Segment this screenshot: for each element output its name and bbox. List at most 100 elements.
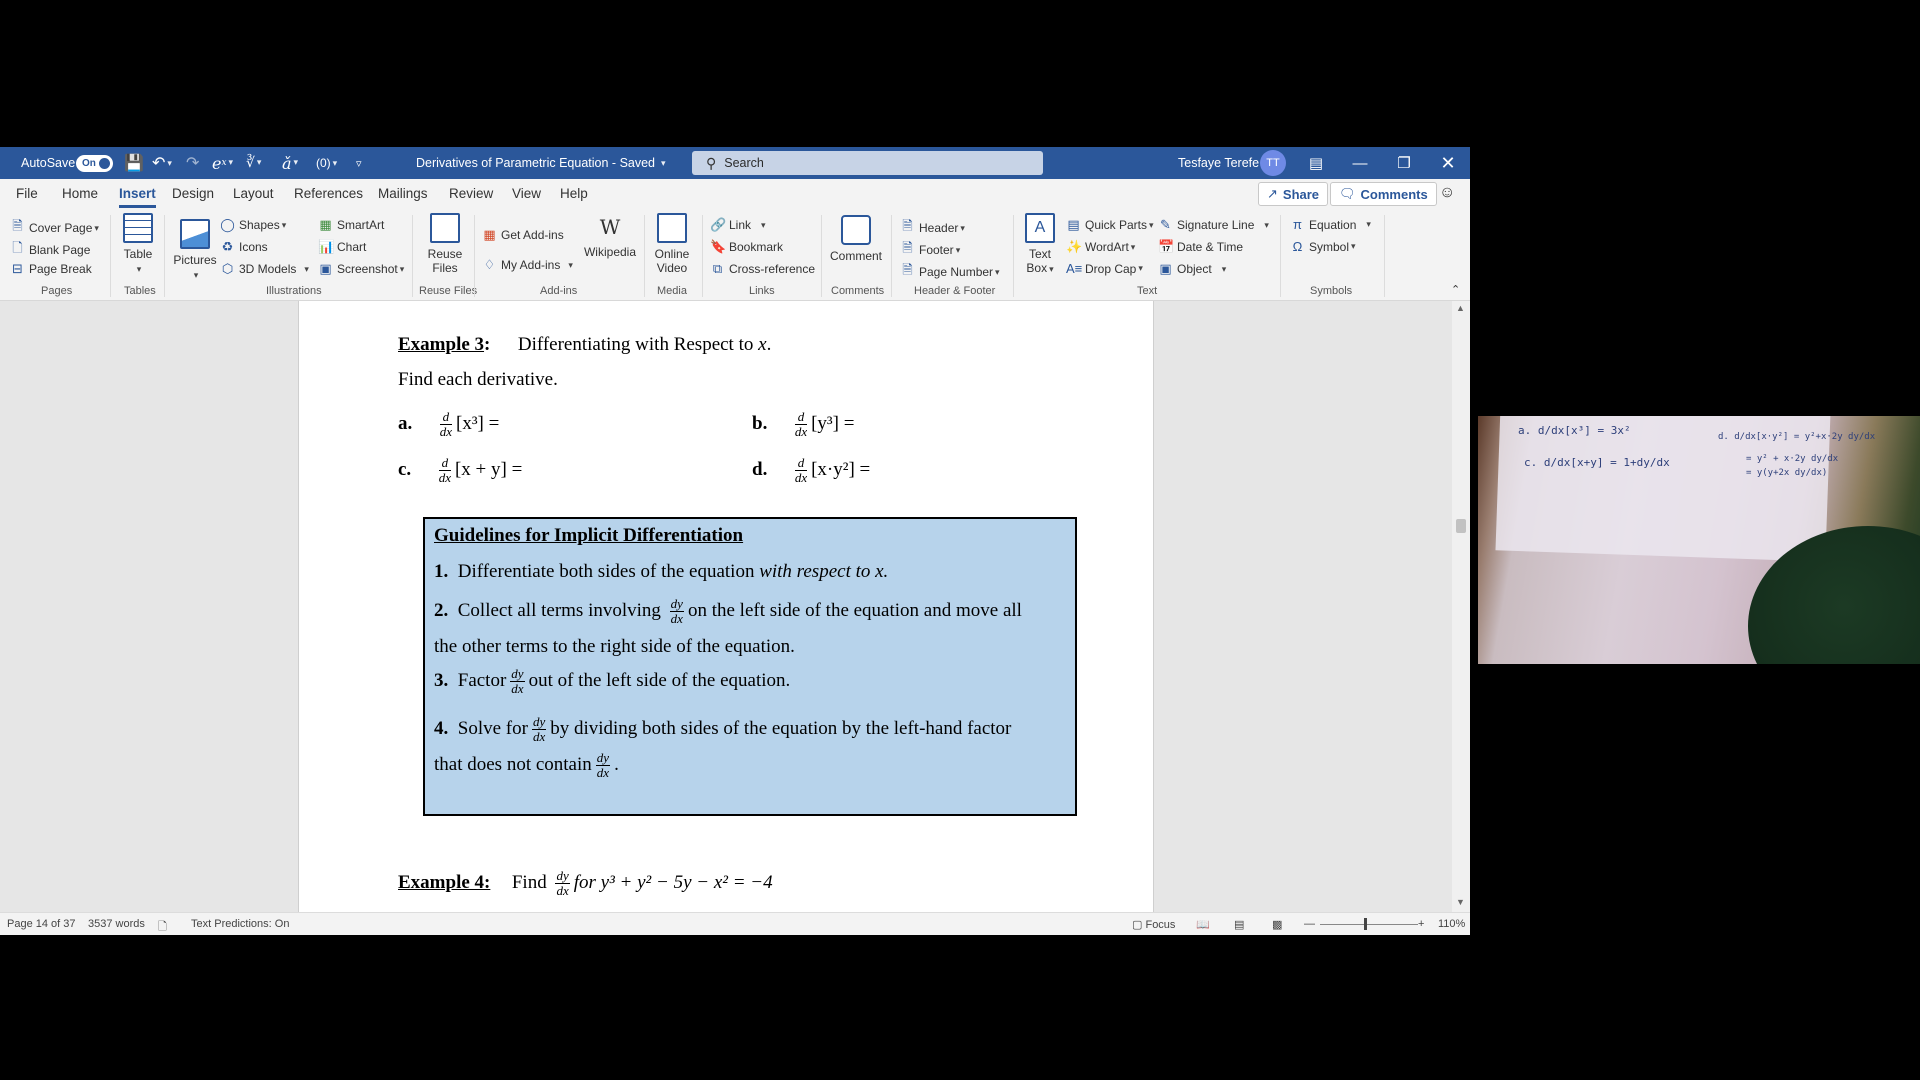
accent-icon[interactable]: ǎ ▾	[282, 147, 298, 179]
pictures-button[interactable]: Pictures ▾	[172, 219, 218, 281]
date-time-button[interactable]: 📅 Date & Time	[1158, 239, 1243, 255]
save-icon[interactable]: 💾	[124, 147, 144, 179]
exponent-icon[interactable]: e x ▾	[212, 147, 233, 179]
avatar[interactable]: TT	[1260, 147, 1286, 179]
tab-insert[interactable]: Insert	[119, 186, 156, 208]
get-add-ins-button[interactable]: ▦ Get Add-ins	[482, 227, 563, 243]
handwritten-note: c. d/dx[x+y] = 1+dy/dx	[1524, 456, 1670, 469]
symbol-button[interactable]: Ω Symbol ▾	[1290, 239, 1356, 254]
my-add-ins-button[interactable]: ♢ My Add-ins ▾	[482, 257, 573, 273]
scroll-up-icon[interactable]: ▲	[1456, 303, 1465, 313]
handwritten-note: d. d/dx[x·y²] = y²+x·2y dy/dx	[1718, 432, 1876, 442]
page-number-button[interactable]: 🗎 Page Number ▾	[900, 261, 999, 283]
radical-icon[interactable]: ∛ ▾	[246, 147, 261, 179]
autosave-toggle[interactable]: On	[76, 147, 113, 179]
user-name[interactable]: Tesfaye Terefe	[1178, 147, 1259, 179]
wikipedia-button[interactable]: W Wikipedia	[580, 215, 640, 259]
dy-dx-fraction: dy dx	[595, 750, 611, 780]
zoom-slider-thumb[interactable]	[1364, 918, 1367, 930]
document-title[interactable]: Derivatives of Parametric Equation - Sav…	[416, 147, 666, 179]
icons-button[interactable]: ♻ Icons	[220, 239, 268, 255]
focus-button[interactable]: ▢ Focus	[1132, 918, 1175, 931]
close-icon[interactable]: ✕	[1426, 147, 1470, 179]
vertical-scrollbar[interactable]: ▲ ▼	[1452, 301, 1470, 912]
drop-cap-button[interactable]: A≡ Drop Cap ▾	[1066, 261, 1143, 276]
tab-view[interactable]: View	[512, 186, 541, 201]
quick-parts-button[interactable]: ▤ Quick Parts ▾	[1066, 217, 1153, 233]
tab-mailings[interactable]: Mailings	[378, 186, 428, 201]
tab-references[interactable]: References	[294, 186, 363, 201]
equation-button[interactable]: π Equation ▾	[1290, 217, 1371, 232]
group-label-links: Links	[749, 285, 775, 297]
signature-line-button[interactable]: ✎ Signature Line ▾	[1158, 217, 1269, 233]
scroll-down-icon[interactable]: ▼	[1456, 897, 1465, 907]
link-button[interactable]: 🔗 Link ▾	[710, 217, 766, 233]
comments-button[interactable]: 🗨 Comments	[1330, 182, 1437, 206]
tab-review[interactable]: Review	[449, 186, 493, 201]
problem-label: c.	[398, 458, 412, 480]
cross-reference-button[interactable]: ⧉ Cross-reference	[710, 261, 815, 277]
group-label-illustrations: Illustrations	[266, 285, 322, 297]
restore-icon[interactable]: ❐	[1382, 147, 1426, 179]
text-box-label-2: Box	[1026, 261, 1048, 275]
icons-label: Icons	[239, 240, 268, 254]
ribbon-divider	[1013, 215, 1014, 297]
footer-button[interactable]: 🗎 Footer ▾	[900, 239, 960, 261]
cross-reference-icon: ⧉	[712, 261, 723, 276]
share-button[interactable]: ↗ Share	[1258, 182, 1329, 206]
word-count[interactable]: 3537 words	[88, 918, 145, 930]
shapes-button[interactable]: ◯ Shapes ▾	[220, 217, 286, 233]
search-box[interactable]: ⚲ Search	[692, 151, 1043, 175]
bookmark-button[interactable]: 🔖 Bookmark	[710, 239, 783, 255]
proofing-icon[interactable]: 🗋	[158, 918, 167, 935]
tab-help[interactable]: Help	[560, 186, 588, 201]
comment-label: Comment	[829, 249, 882, 263]
undo-icon[interactable]: ↶ ▾	[152, 147, 172, 179]
page-break-button[interactable]: ⊟ Page Break	[10, 261, 92, 277]
scroll-thumb[interactable]	[1456, 519, 1466, 533]
date-time-label: Date & Time	[1177, 240, 1244, 254]
redo-icon[interactable]: ↷	[186, 147, 199, 179]
online-video-button[interactable]: Online Video	[650, 213, 694, 275]
chart-label: Chart	[337, 240, 367, 254]
text-predictions-status[interactable]: Text Predictions: On	[191, 918, 289, 930]
smartart-label: SmartArt	[337, 218, 385, 232]
my-add-ins-label: My Add-ins	[501, 258, 561, 272]
minimize-icon[interactable]: —	[1338, 147, 1382, 179]
document-page[interactable]: Example 3: Differentiating with Respect …	[298, 301, 1154, 912]
document-area[interactable]: Example 3: Differentiating with Respect …	[0, 301, 1452, 912]
zoom-level[interactable]: 110%	[1438, 918, 1465, 930]
handwritten-note: a. d/dx[x³] = 3x²	[1518, 424, 1631, 437]
comment-button[interactable]: Comment	[826, 215, 886, 263]
customize-qat-icon[interactable]: ▿	[356, 147, 362, 179]
zoom-slider[interactable]	[1320, 924, 1418, 925]
tab-layout[interactable]: Layout	[233, 186, 274, 201]
screenshot-button[interactable]: ▣ Screenshot ▾	[318, 261, 404, 277]
text-box-button[interactable]: A Text Box ▾	[1020, 213, 1060, 275]
page-count[interactable]: Page 14 of 37	[7, 918, 76, 930]
print-layout-icon[interactable]: ▤	[1234, 918, 1244, 931]
web-layout-icon[interactable]: ▩	[1272, 918, 1282, 931]
tab-home[interactable]: Home	[62, 186, 98, 201]
step-number: 3.	[434, 669, 449, 691]
tab-file[interactable]: File	[16, 186, 38, 201]
read-mode-icon[interactable]: 📖	[1196, 918, 1210, 931]
cover-page-button[interactable]: 🗎 Cover Page ▾	[10, 217, 99, 239]
collapse-ribbon-icon[interactable]: ⌃	[1451, 283, 1460, 296]
zoom-out-icon[interactable]: —	[1304, 918, 1315, 930]
ribbon-display-icon[interactable]: ▤	[1294, 147, 1338, 179]
zoom-in-icon[interactable]: +	[1418, 918, 1424, 930]
blank-page-button[interactable]: 🗋 Blank Page	[10, 239, 90, 261]
screenshot-icon: ▣	[319, 261, 332, 276]
matrix-icon[interactable]: (0) ▾	[316, 147, 337, 179]
wordart-button[interactable]: ✨ WordArt ▾	[1066, 239, 1135, 255]
table-button[interactable]: Table ▾	[120, 213, 156, 275]
3d-models-button[interactable]: ⬡ 3D Models ▾	[220, 261, 309, 277]
object-button[interactable]: ▣ Object ▾	[1158, 261, 1226, 277]
reuse-files-button[interactable]: Reuse Files	[420, 213, 470, 275]
feedback-smiley-icon[interactable]: ☺	[1439, 184, 1455, 202]
chart-button[interactable]: 📊 Chart	[318, 239, 366, 255]
tab-design[interactable]: Design	[172, 186, 214, 201]
header-button[interactable]: 🗎 Header ▾	[900, 217, 965, 239]
smartart-button[interactable]: ▦ SmartArt	[318, 217, 384, 233]
